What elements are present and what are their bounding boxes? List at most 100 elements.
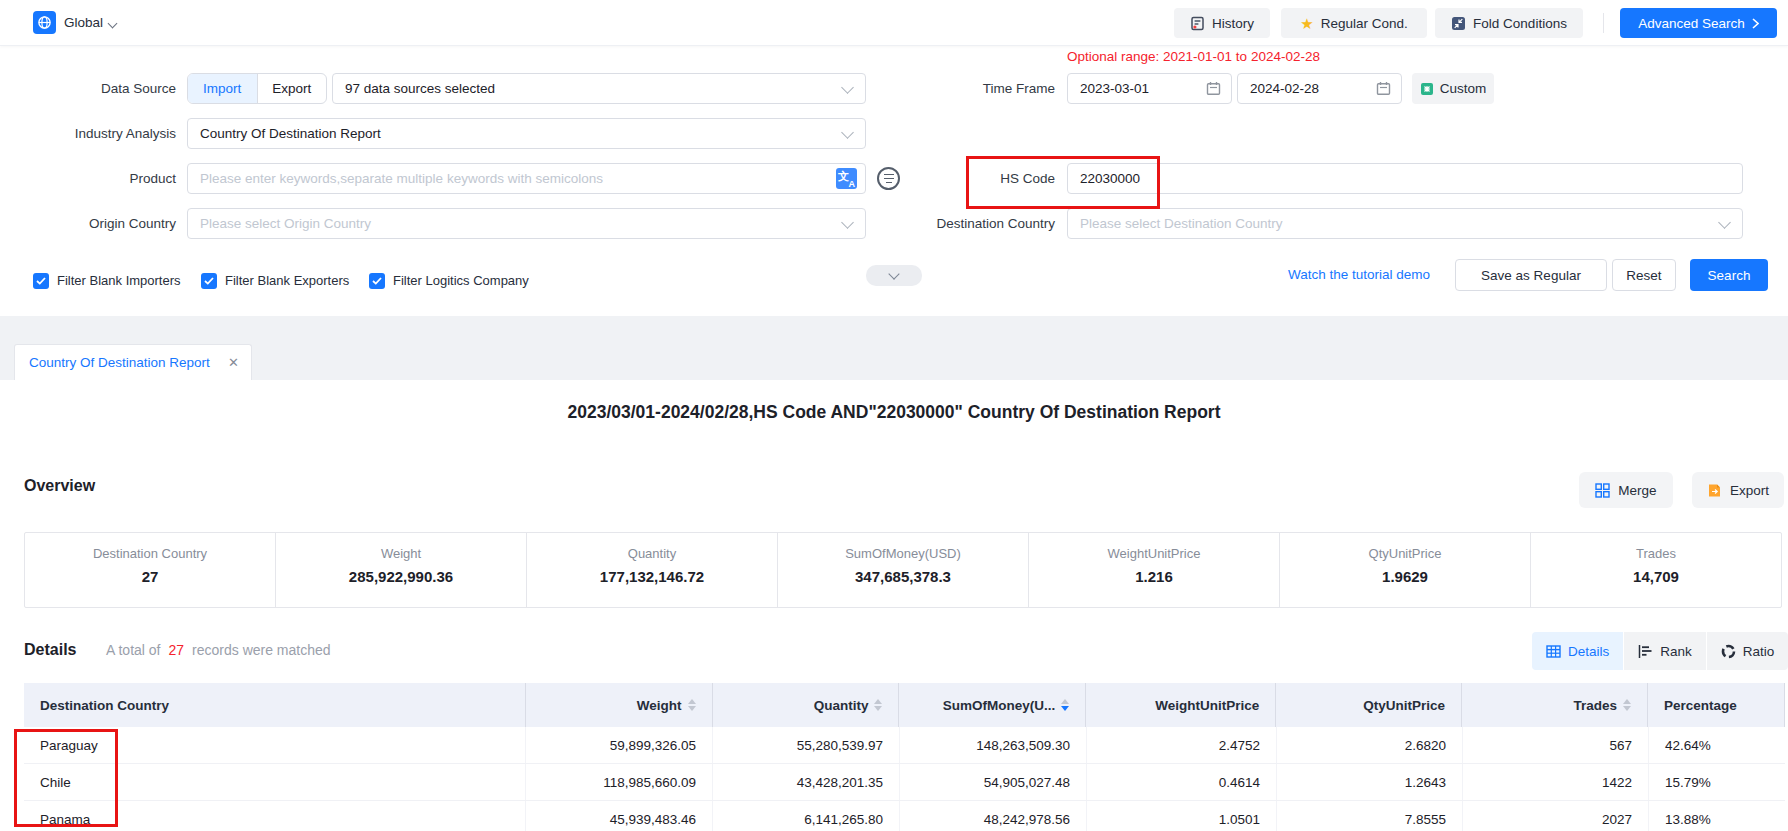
stat-label: SumOfMoney(USD) bbox=[778, 546, 1028, 561]
total-count: 27 bbox=[160, 642, 192, 658]
collapse-form-button[interactable] bbox=[866, 265, 922, 286]
search-button[interactable]: Search bbox=[1690, 259, 1768, 291]
export-label: Export bbox=[1730, 483, 1769, 498]
sort-icon[interactable] bbox=[874, 699, 882, 711]
tab-title: Country Of Destination Report bbox=[29, 355, 218, 370]
history-label: History bbox=[1212, 16, 1254, 31]
column-header-label: Quantity bbox=[814, 698, 869, 713]
table-cell: Chile bbox=[24, 764, 525, 800]
fold-conditions-label: Fold Conditions bbox=[1473, 16, 1567, 31]
globe-icon bbox=[33, 11, 56, 34]
chevron-down-icon bbox=[841, 126, 854, 139]
table-cell: 55,280,539.97 bbox=[712, 727, 899, 763]
export-button[interactable]: Export bbox=[1692, 472, 1784, 508]
data-source-toggle: Import Export bbox=[187, 73, 327, 104]
stat-value: 1.216 bbox=[1029, 568, 1279, 585]
regular-cond-button[interactable]: ★ Regular Cond. bbox=[1281, 8, 1427, 38]
overview-stat: Trades14,709 bbox=[1530, 533, 1781, 607]
sort-icon[interactable] bbox=[688, 699, 696, 711]
sort-icon[interactable] bbox=[1061, 699, 1069, 711]
product-input[interactable]: Please enter keywords,separate multiple … bbox=[187, 163, 866, 194]
advanced-search-button[interactable]: Advanced Search bbox=[1620, 8, 1777, 38]
origin-country-placeholder: Please select Origin Country bbox=[200, 216, 371, 231]
merge-icon bbox=[1595, 483, 1610, 498]
sort-icon[interactable] bbox=[1623, 699, 1631, 711]
custom-range-button[interactable]: Custom bbox=[1412, 73, 1494, 104]
calendar-icon bbox=[1206, 81, 1221, 96]
time-frame-start-input[interactable]: 2023-03-01 bbox=[1067, 73, 1232, 104]
industry-analysis-value: Country Of Destination Report bbox=[200, 126, 381, 141]
time-frame-label: Time Frame bbox=[810, 73, 1055, 104]
table-row[interactable]: Paraguay59,899,326.0555,280,539.97148,26… bbox=[24, 727, 1785, 764]
checkbox-checked-icon[interactable] bbox=[201, 273, 217, 289]
save-as-regular-button[interactable]: Save as Regular bbox=[1455, 259, 1607, 291]
hs-code-input[interactable]: 22030000 bbox=[1067, 163, 1743, 194]
filter-checkbox[interactable]: Filter Logitics Company bbox=[369, 265, 529, 296]
origin-country-select[interactable]: Please select Origin Country bbox=[187, 208, 866, 239]
industry-analysis-select[interactable]: Country Of Destination Report bbox=[187, 118, 866, 149]
data-source-select[interactable]: 97 data sources selected bbox=[332, 73, 866, 104]
filter-checkbox[interactable]: Filter Blank Importers bbox=[33, 265, 181, 296]
overview-stat: WeightUnitPrice1.216 bbox=[1028, 533, 1279, 607]
column-header-label: Destination Country bbox=[40, 698, 169, 713]
column-header: QtyUnitPrice bbox=[1275, 683, 1461, 727]
custom-icon bbox=[1420, 82, 1434, 96]
tab-strip: Country Of Destination Report ✕ bbox=[0, 316, 1788, 380]
stat-label: Weight bbox=[276, 546, 526, 561]
table-cell: 1.2643 bbox=[1276, 764, 1462, 800]
checkbox-checked-icon[interactable] bbox=[369, 273, 385, 289]
close-icon[interactable]: ✕ bbox=[228, 355, 239, 370]
history-button[interactable]: History bbox=[1174, 8, 1270, 38]
stat-value: 177,132,146.72 bbox=[527, 568, 777, 585]
region-selector[interactable]: Global bbox=[64, 0, 103, 46]
column-header: Destination Country bbox=[24, 683, 525, 727]
column-header[interactable]: Weight bbox=[525, 683, 712, 727]
overview-heading: Overview bbox=[24, 477, 95, 495]
column-header[interactable]: Quantity bbox=[712, 683, 899, 727]
merge-label: Merge bbox=[1618, 483, 1656, 498]
overview-stats: Destination Country27Weight285,922,990.3… bbox=[24, 532, 1782, 608]
tutorial-link[interactable]: Watch the tutorial demo bbox=[1288, 259, 1430, 291]
column-header[interactable]: Trades bbox=[1461, 683, 1647, 727]
tab-country-of-destination-report[interactable]: Country Of Destination Report ✕ bbox=[14, 344, 252, 380]
overview-stat: Destination Country27 bbox=[25, 533, 275, 607]
optional-range-note: Optional range: 2021-01-01 to 2024-02-28 bbox=[1067, 49, 1320, 64]
table-cell: 567 bbox=[1462, 727, 1648, 763]
column-header: Percentage bbox=[1647, 683, 1784, 727]
column-header-label: Weight bbox=[637, 698, 682, 713]
filter-checkbox[interactable]: Filter Blank Exporters bbox=[201, 265, 349, 296]
calendar-icon bbox=[1376, 81, 1391, 96]
column-header[interactable]: SumOfMoney(U... bbox=[898, 683, 1085, 727]
checkbox-label: Filter Logitics Company bbox=[393, 273, 529, 288]
table-cell: 43,428,201.35 bbox=[712, 764, 899, 800]
time-frame-end-input[interactable]: 2024-02-28 bbox=[1237, 73, 1402, 104]
table-cell: 2027 bbox=[1462, 801, 1648, 831]
fold-conditions-button[interactable]: Fold Conditions bbox=[1435, 8, 1583, 38]
table-cell: 13.88% bbox=[1648, 801, 1785, 831]
overview-stat: Weight285,922,990.36 bbox=[275, 533, 526, 607]
import-toggle[interactable]: Import bbox=[188, 74, 258, 103]
table-cell: Paraguay bbox=[24, 727, 525, 763]
star-icon: ★ bbox=[1300, 16, 1313, 31]
table-cell: 2.4752 bbox=[1086, 727, 1276, 763]
stat-label: Destination Country bbox=[25, 546, 275, 561]
checkbox-checked-icon[interactable] bbox=[33, 273, 49, 289]
details-table: Destination Country Weight Quantity SumOfMo… bbox=[24, 683, 1785, 831]
divider bbox=[1603, 13, 1604, 33]
view-tab-details[interactable]: Details bbox=[1532, 632, 1623, 670]
view-switcher: DetailsRankRatio bbox=[1532, 632, 1788, 670]
end-date-value: 2024-02-28 bbox=[1250, 81, 1319, 96]
view-tab-ratio[interactable]: Ratio bbox=[1707, 632, 1788, 670]
view-tab-rank[interactable]: Rank bbox=[1624, 632, 1706, 670]
start-date-value: 2023-03-01 bbox=[1080, 81, 1149, 96]
table-row[interactable]: Panama45,939,483.466,141,265.8048,242,97… bbox=[24, 801, 1785, 831]
export-toggle[interactable]: Export bbox=[258, 74, 327, 103]
stat-label: QtyUnitPrice bbox=[1280, 546, 1530, 561]
table-row[interactable]: Chile118,985,660.0943,428,201.3554,905,0… bbox=[24, 764, 1785, 801]
destination-country-select[interactable]: Please select Destination Country bbox=[1067, 208, 1743, 239]
merge-button[interactable]: Merge bbox=[1579, 472, 1673, 508]
chevron-down-icon bbox=[1718, 216, 1731, 229]
table-cell: 42.64% bbox=[1648, 727, 1785, 763]
table-cell: 59,899,326.05 bbox=[525, 727, 712, 763]
reset-button[interactable]: Reset bbox=[1612, 259, 1676, 291]
